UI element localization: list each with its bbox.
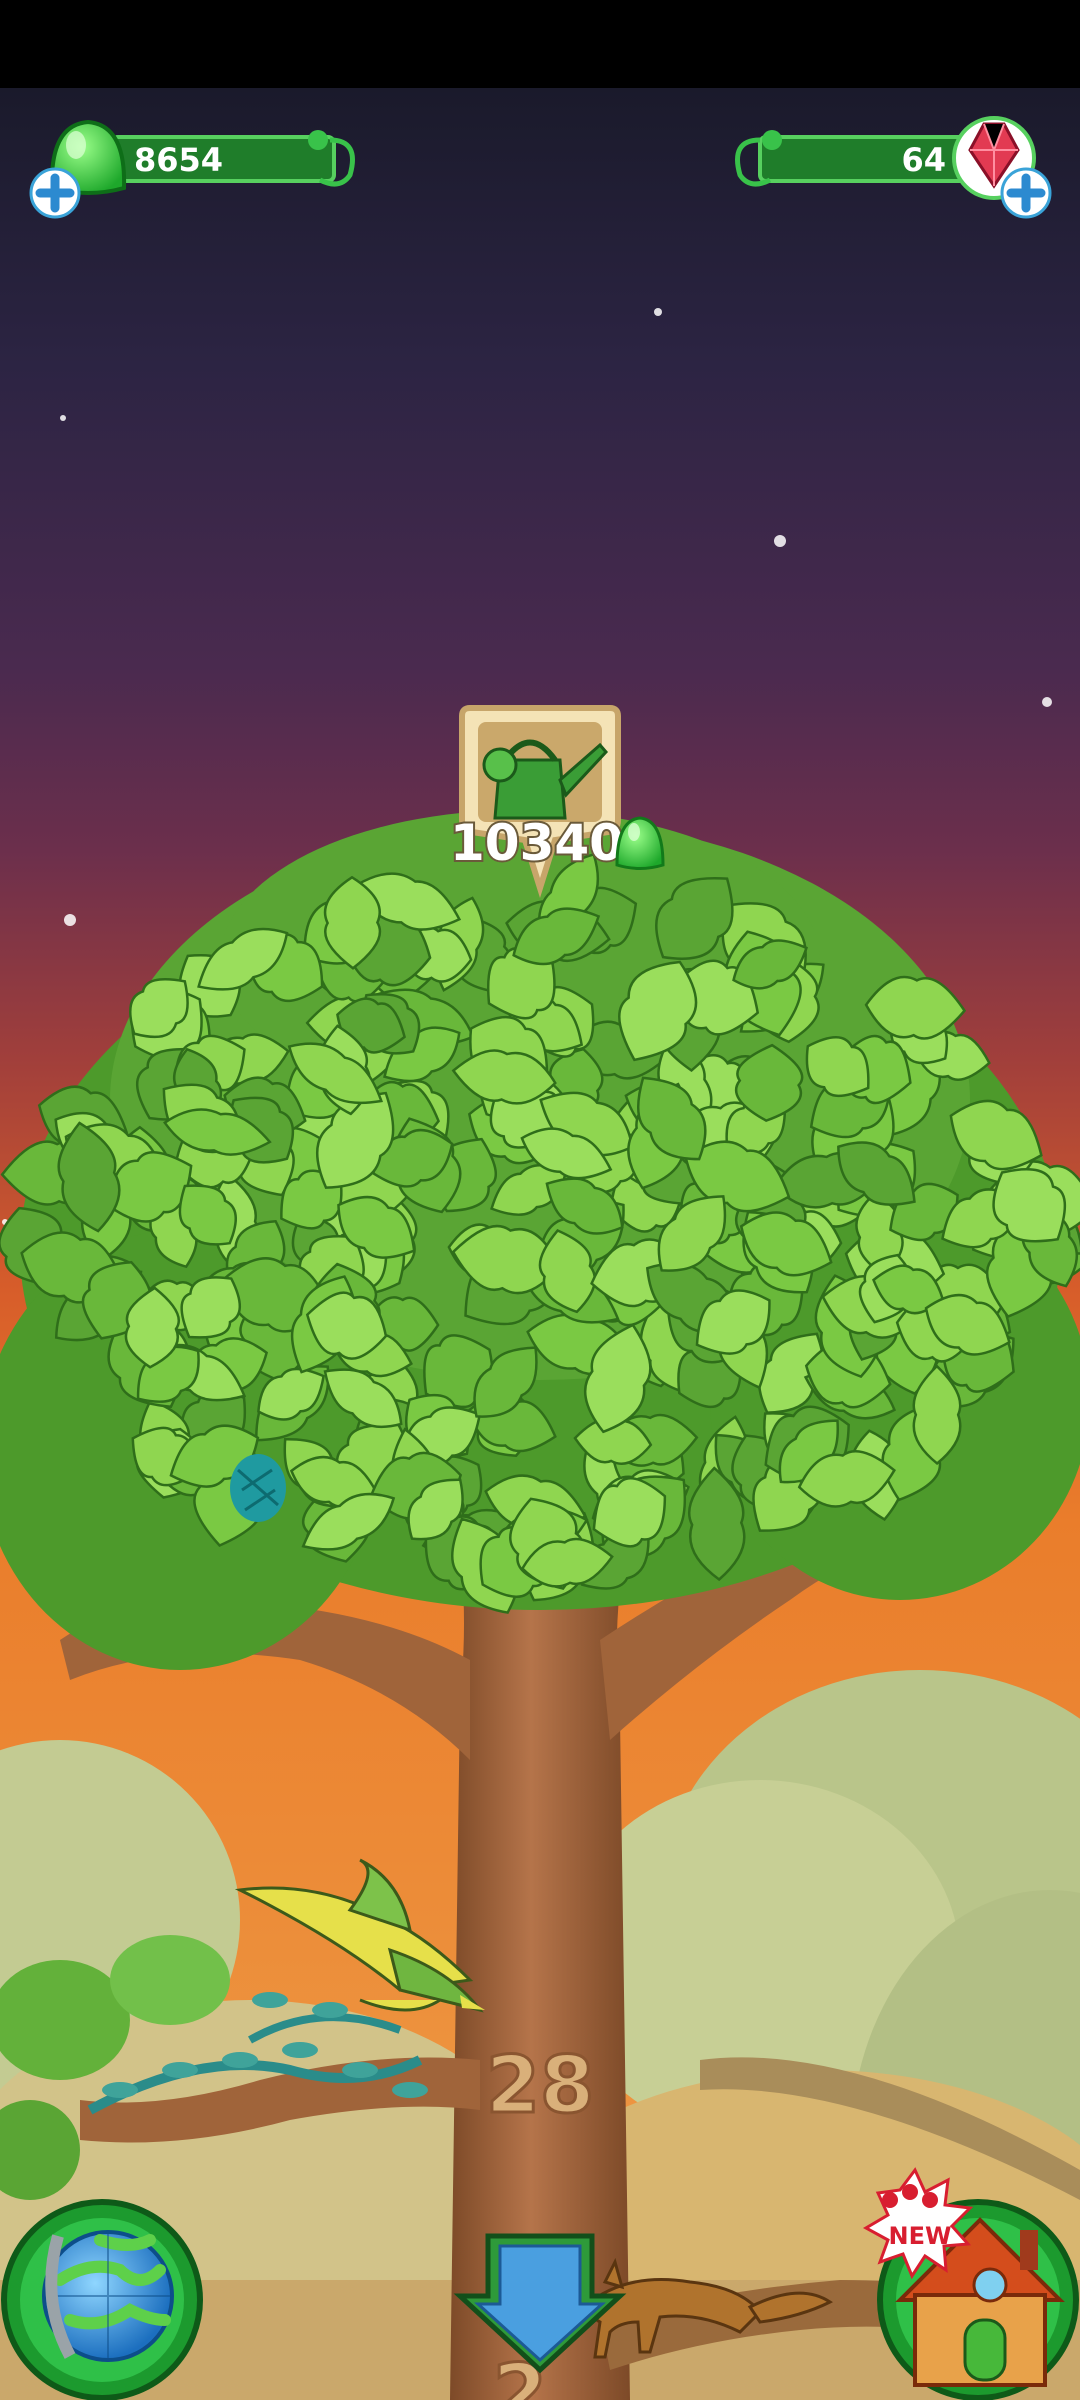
game-scene: 28 2 10340 8654 64 NEW [0, 0, 1080, 2400]
status-bar [0, 0, 1080, 88]
gem-count-value: 64 [901, 141, 946, 179]
new-badge-label: NEW [889, 2222, 952, 2250]
gum-count-value: 8654 [134, 141, 223, 179]
world-map-button[interactable] [1, 2199, 203, 2400]
tree-level-number: 28 [486, 2041, 595, 2131]
hidden-creature[interactable] [230, 1454, 286, 1522]
add-gum-button[interactable] [29, 167, 81, 219]
add-gem-button[interactable] [1000, 167, 1052, 219]
water-cost-value: 10340 [450, 814, 624, 872]
globe-icon [42, 2230, 174, 2362]
